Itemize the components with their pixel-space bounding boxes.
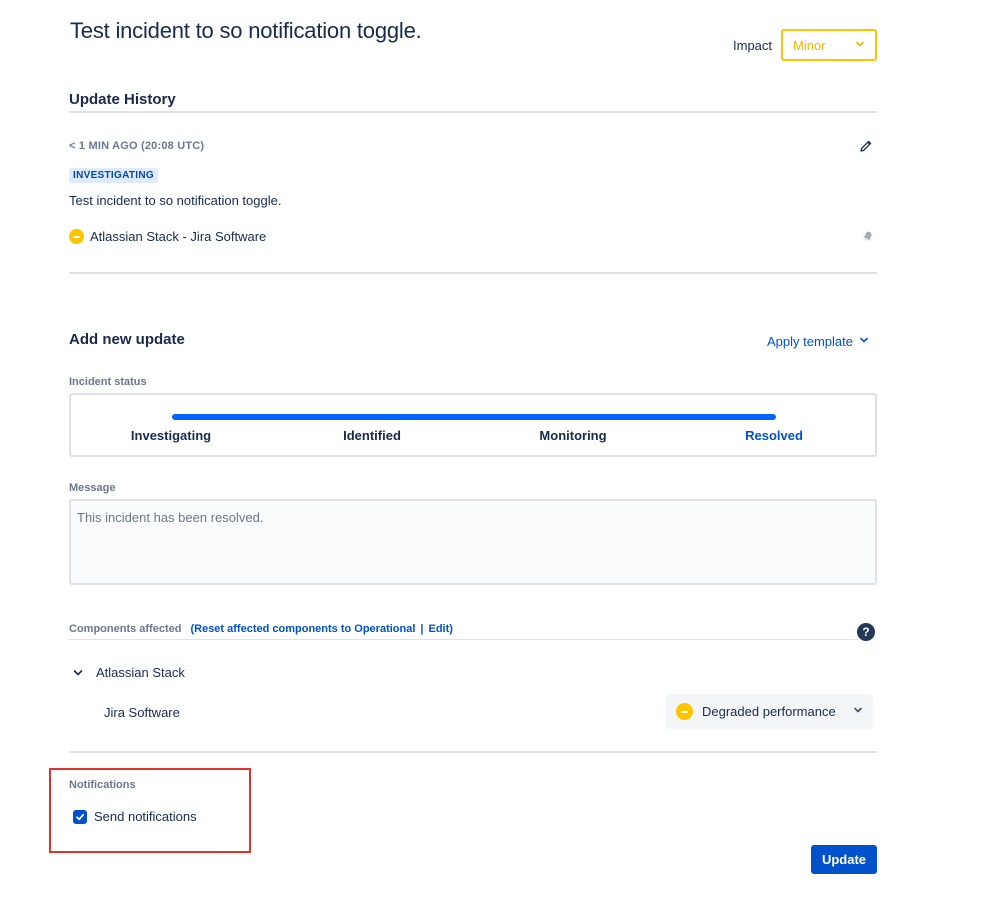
status-step-resolved[interactable]: Resolved: [745, 428, 803, 443]
components-header: Components affected (Reset affected comp…: [69, 623, 453, 635]
checkmark-icon: [76, 813, 85, 821]
status-step-investigating[interactable]: Investigating: [131, 428, 211, 443]
component-status-value: Degraded performance: [702, 704, 836, 719]
help-icon[interactable]: ?: [857, 623, 875, 641]
component-name: Jira Software: [104, 705, 180, 720]
page-title: Test incident to so notification toggle.: [70, 18, 422, 43]
status-progress-bar: [172, 414, 776, 420]
chevron-down-icon: [855, 39, 865, 52]
status-lozenge: INVESTIGATING: [69, 168, 158, 183]
update-button[interactable]: Update: [811, 845, 877, 874]
update-history-title: Update History: [69, 91, 176, 108]
chevron-down-icon: [859, 332, 869, 350]
status-step-monitoring[interactable]: Monitoring: [539, 428, 606, 443]
edit-pencil-icon[interactable]: [858, 138, 874, 154]
divider: [69, 272, 877, 274]
edit-components-link[interactable]: Edit): [428, 623, 452, 635]
link-separator: |: [420, 623, 424, 635]
update-timestamp: < 1 MIN AGO (20:08 UTC): [69, 140, 205, 152]
degraded-status-icon: [676, 703, 693, 720]
components-affected-label: Components affected: [69, 623, 182, 635]
add-new-update-title: Add new update: [69, 331, 185, 348]
send-notifications-checkbox[interactable]: [73, 810, 87, 824]
update-message: Test incident to so notification toggle.: [69, 193, 282, 208]
minor-status-icon: [69, 229, 84, 244]
apply-template-label: Apply template: [767, 333, 853, 349]
impact-label: Impact: [733, 38, 773, 53]
reset-components-link[interactable]: (Reset affected components to Operationa…: [190, 623, 415, 635]
message-textarea[interactable]: This incident has been resolved.: [69, 499, 877, 585]
notification-bell-icon[interactable]: [860, 228, 876, 244]
impact-value: Minor: [793, 37, 826, 53]
status-step-identified[interactable]: Identified: [343, 428, 401, 443]
divider: [69, 639, 859, 640]
component-status-select[interactable]: Degraded performance: [666, 694, 873, 729]
message-label: Message: [69, 482, 116, 494]
incident-status-selector: Investigating Identified Monitoring Reso…: [69, 393, 877, 457]
apply-template-dropdown[interactable]: Apply template: [767, 332, 869, 350]
affected-component: Atlassian Stack - Jira Software: [90, 229, 267, 244]
send-notifications-label[interactable]: Send notifications: [94, 809, 197, 824]
impact-select[interactable]: Minor: [781, 29, 877, 61]
chevron-down-icon[interactable]: [72, 666, 84, 678]
chevron-down-icon: [853, 705, 863, 718]
notifications-label: Notifications: [69, 779, 136, 791]
divider: [69, 111, 877, 113]
component-group-name: Atlassian Stack: [96, 665, 185, 680]
incident-status-label: Incident status: [69, 376, 147, 388]
divider: [69, 751, 877, 753]
